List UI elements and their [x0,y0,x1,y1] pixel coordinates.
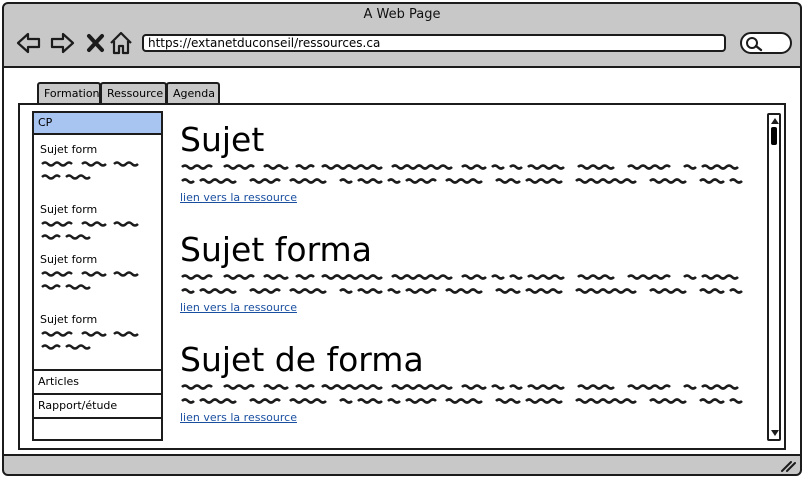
article-1: Sujet lien vers la ressource [180,121,750,205]
placeholder-text [41,161,139,180]
sidebar-item-rapport-etude[interactable]: Rapport/étude [34,393,161,417]
article-body-text [181,274,743,294]
url-input[interactable]: https://extanetduconseil/ressources.ca [142,34,726,52]
scrollbar-thumb[interactable] [771,127,777,145]
article-title: Sujet [180,120,265,159]
article-3: Sujet de forma lien vers la ressource [180,341,750,425]
vertical-scrollbar[interactable] [767,113,781,441]
placeholder-text [41,271,139,290]
search-input[interactable] [740,32,792,54]
resource-link[interactable]: lien vers la ressource [180,191,750,205]
tab-agenda[interactable]: Agenda [166,82,220,104]
tab-formation[interactable]: Formation [37,82,101,104]
scroll-up-arrow-icon[interactable] [770,116,780,126]
sidebar-item-sujet-2[interactable]: Sujet form [40,203,158,243]
window-title: A Web Page [363,7,441,22]
forward-arrow-icon[interactable] [49,30,75,56]
resource-link[interactable]: lien vers la ressource [180,301,750,315]
close-icon[interactable] [83,30,109,56]
sidebar-item-cp[interactable]: CP [34,113,161,135]
resource-link[interactable]: lien vers la ressource [180,411,750,425]
sidebar-item-sujet-4[interactable]: Sujet form [40,313,158,353]
article-body-text [181,164,743,184]
sidebar-item-articles[interactable]: Articles [34,369,161,393]
tab-content-panel: CP Sujet form Sujet form Sujet form Suje… [18,103,786,450]
article-body-text [181,384,743,404]
sidebar-list: CP Sujet form Sujet form Sujet form Suje… [32,111,163,441]
back-arrow-icon[interactable] [16,30,42,56]
navigation-bar: https://extanetduconseil/ressources.ca [4,24,800,64]
scroll-down-arrow-icon[interactable] [770,428,780,438]
page-viewport: Formation Ressource Agenda CP Sujet form… [4,66,800,456]
sidebar-item-label: Sujet form [40,253,98,266]
resize-grip-icon[interactable] [780,460,796,472]
sidebar-item-label: Sujet form [40,143,98,156]
status-bar [4,454,800,474]
home-icon[interactable] [108,30,134,56]
sidebar-item-empty[interactable] [34,417,161,441]
sidebar-item-label: Sujet form [40,203,98,216]
sidebar-item-label: Sujet form [40,313,98,326]
sidebar-item-sujet-3[interactable]: Sujet form [40,253,158,293]
placeholder-text [41,221,139,240]
browser-window: A Web Page https://extanetduconseil/ress… [2,2,802,476]
tab-ressource[interactable]: Ressource [100,82,167,104]
sidebar-item-sujet-1[interactable]: Sujet form [40,143,158,183]
article-2: Sujet forma lien vers la ressource [180,231,750,315]
article-title: Sujet de forma [180,340,424,379]
placeholder-text [41,331,139,350]
article-title: Sujet forma [180,230,372,269]
search-icon [746,37,763,52]
